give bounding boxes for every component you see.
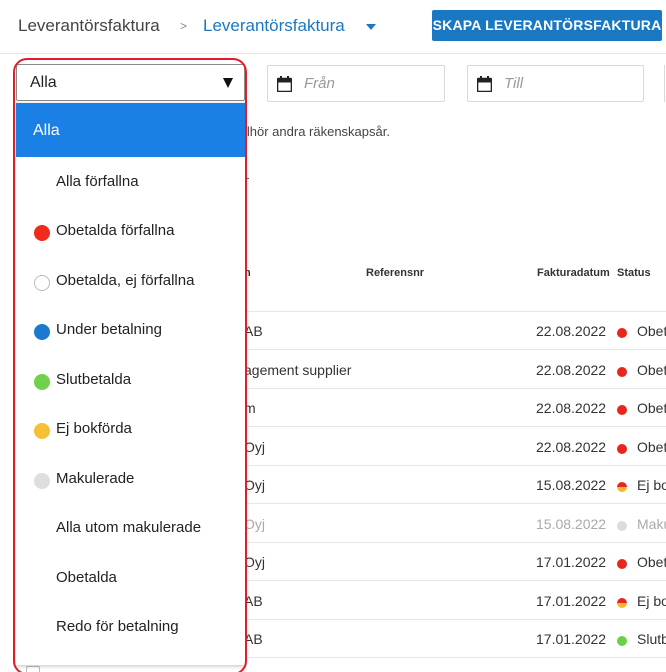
status-option[interactable]: Alla utom makulerade <box>16 503 245 552</box>
status-label: Obet <box>637 400 666 416</box>
status-option[interactable]: Slutbetalda <box>16 355 245 404</box>
supplier-name: AB <box>244 631 263 647</box>
status-label: Obet <box>637 554 666 570</box>
invoice-date: 15.08.2022 <box>536 477 607 493</box>
date-to-placeholder: Till <box>504 75 524 92</box>
status-dot-icon <box>617 366 627 377</box>
invoice-date: 22.08.2022 <box>536 438 607 455</box>
column-header-invoice-date[interactable]: Fakturadatum <box>537 267 610 279</box>
page-header: Leverantörsfaktura > Leverantörsfaktura … <box>0 0 666 54</box>
status-dot-icon <box>617 405 627 415</box>
date-from-field[interactable]: Från <box>267 65 445 102</box>
status-dot-icon <box>34 373 50 390</box>
status-dot-icon <box>34 472 50 489</box>
status-label: Obet <box>637 361 666 378</box>
status-filter-value: Alla <box>30 74 57 91</box>
status-option[interactable]: Obetalda förfallna <box>16 206 245 255</box>
supplier-name: Oyj <box>244 554 265 570</box>
status-dot-icon <box>34 274 50 291</box>
table-row[interactable]: m 22.08.2022 Obet <box>244 389 666 427</box>
table-row[interactable]: Oyj 22.08.2022 Obet <box>244 428 666 466</box>
status-option-label: Slutbetalda <box>56 370 132 388</box>
status-option[interactable]: Makulerade <box>16 454 245 503</box>
table-row[interactable]: agement supplier 22.08.2022 Obet <box>244 351 666 389</box>
breadcrumb-separator: > <box>180 19 188 33</box>
breadcrumb-current[interactable]: Leverantörsfaktura <box>203 16 345 36</box>
status-option[interactable]: Alla <box>16 103 245 157</box>
table-row[interactable]: AB 17.01.2022 Ej bo <box>244 582 666 620</box>
invoice-date: 15.08.2022 <box>536 515 607 532</box>
table-row[interactable]: AB 17.01.2022 Slutb <box>244 620 666 658</box>
status-option-label: Alla utom makulerade <box>56 519 202 537</box>
supplier-name: Oyj <box>244 438 265 455</box>
status-dot-icon <box>617 520 627 531</box>
status-dot-icon <box>617 482 627 492</box>
status-dot-icon <box>617 597 627 608</box>
calendar-icon <box>277 76 292 92</box>
status-option-label: Obetalda förfallna <box>56 222 175 240</box>
fiscal-year-hint: llhör andra räkenskapsår. <box>244 124 390 139</box>
table-row[interactable]: Oyj 15.08.2022 Maku <box>244 505 666 543</box>
table-row[interactable]: Oyj 15.08.2022 Ej bok <box>244 466 666 504</box>
supplier-name: m <box>244 400 256 416</box>
status-option-label: Under betalning <box>56 321 162 339</box>
table-row[interactable]: Oyj 17.01.2022 Obet <box>244 543 666 581</box>
status-dot-icon <box>617 443 627 454</box>
supplier-name: AB <box>244 592 263 609</box>
date-to-field[interactable]: Till <box>467 65 644 102</box>
supplier-name: Oyj <box>244 477 265 493</box>
calendar-icon <box>477 76 492 92</box>
status-label: Slutb <box>637 631 666 647</box>
status-option[interactable]: Ej bokförda <box>16 404 245 453</box>
status-option-label: Alla förfallna <box>56 173 139 190</box>
invoice-date: 17.01.2022 <box>536 631 607 647</box>
caret-down-icon[interactable] <box>366 24 376 30</box>
status-label: Maku <box>637 515 666 532</box>
status-dot-icon <box>617 559 627 569</box>
status-label: Ej bo <box>637 592 666 609</box>
table-row[interactable] <box>20 664 666 672</box>
invoice-date: 22.08.2022 <box>536 323 607 339</box>
supplier-name: AB <box>244 323 263 339</box>
supplier-name: Oyj <box>244 515 265 532</box>
status-dot-icon <box>617 636 627 646</box>
status-label: Obet <box>637 323 666 339</box>
status-label: Obet <box>637 438 666 455</box>
status-option[interactable]: Obetalda <box>16 553 245 602</box>
status-option-label: Alla <box>33 122 60 139</box>
breadcrumb-root[interactable]: Leverantörsfaktura <box>18 16 160 36</box>
status-dot-icon <box>617 328 627 338</box>
status-option-label: Obetalda, ej förfallna <box>56 271 195 289</box>
invoice-date: 22.08.2022 <box>536 361 607 378</box>
status-filter-select[interactable]: Alla <box>16 64 245 101</box>
invoice-date: 17.01.2022 <box>536 592 607 609</box>
status-option-label: Makulerade <box>56 469 135 487</box>
table-row[interactable]: AB 22.08.2022 Obet <box>244 312 666 350</box>
dropdown-arrow-icon <box>223 78 233 88</box>
status-option-label: Ej bokförda <box>56 420 132 438</box>
invoice-date: 17.01.2022 <box>536 554 607 570</box>
date-from-placeholder: Från <box>304 75 335 92</box>
status-option[interactable]: Redo för betalning <box>16 602 245 651</box>
status-option-label: Obetalda <box>56 568 117 586</box>
status-label: Ej bok <box>637 477 666 493</box>
invoice-date: 22.08.2022 <box>536 400 607 416</box>
status-option-label: Redo för betalning <box>56 618 179 636</box>
status-filter-menu: Alla Alla förfallna Obetalda förfallna Obet… <box>16 103 245 665</box>
status-dot-icon <box>34 225 50 242</box>
create-invoice-button[interactable]: SKAPA LEVERANTÖRSFAKTURA <box>432 10 662 41</box>
column-header-name[interactable]: n <box>244 267 251 279</box>
supplier-name: agement supplier <box>244 361 352 378</box>
column-header-reference[interactable]: Referensnr <box>366 267 424 279</box>
status-option[interactable]: Under betalning <box>16 305 245 354</box>
status-option[interactable]: Obetalda, ej förfallna <box>16 256 245 305</box>
status-dot-icon <box>34 423 50 440</box>
status-option[interactable]: Alla förfallna <box>16 157 245 206</box>
column-header-status[interactable]: Status <box>617 267 651 279</box>
row-checkbox[interactable] <box>26 666 40 672</box>
status-dot-icon <box>34 324 50 341</box>
